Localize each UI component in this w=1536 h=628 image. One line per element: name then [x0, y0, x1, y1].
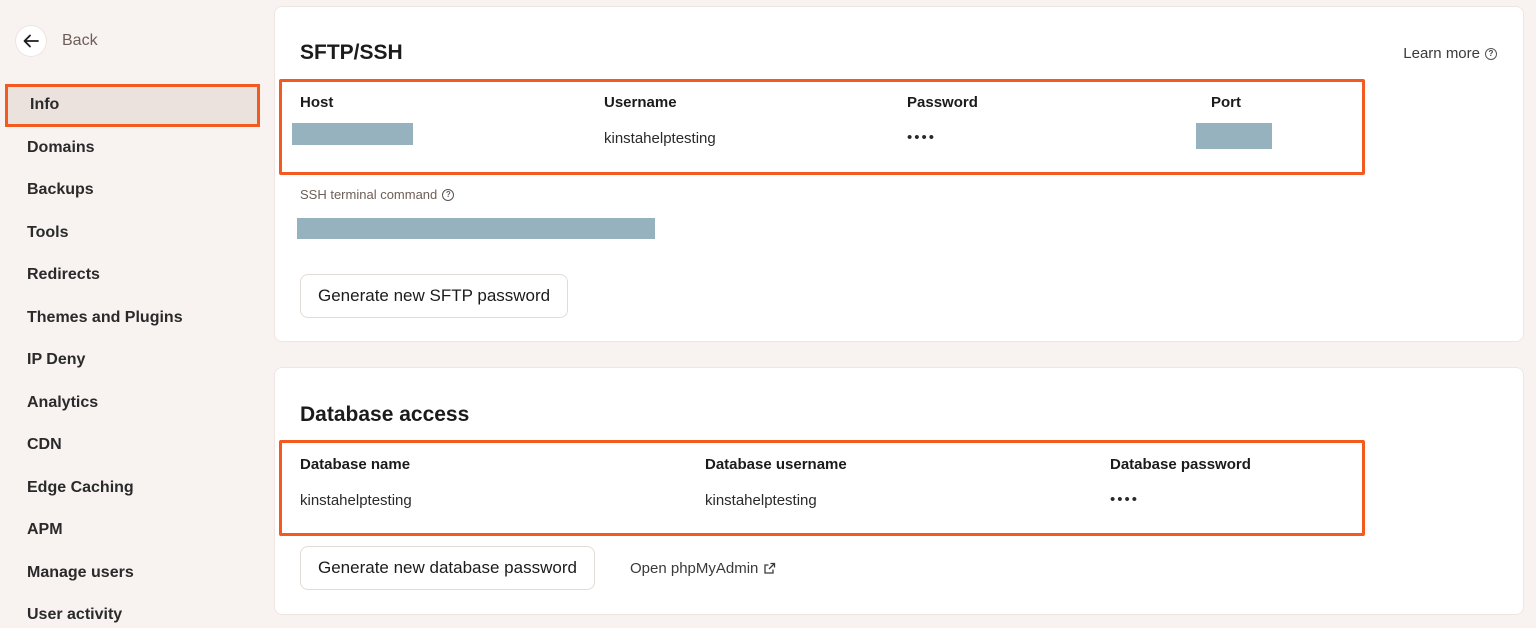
sidebar-nav: Info Domains Backups Tools Redirects The… [0, 84, 262, 628]
sidebar-item-apm[interactable]: APM [0, 509, 262, 552]
external-link-icon [763, 562, 776, 575]
back-label: Back [62, 32, 98, 49]
database-password-header: Database password [1110, 456, 1251, 473]
ssh-command-label-text: SSH terminal command [300, 187, 438, 202]
password-value[interactable]: •••• [907, 129, 936, 146]
host-header: Host [300, 94, 334, 111]
arrow-left-icon [16, 26, 46, 56]
help-icon: ? [1485, 47, 1497, 60]
host-value-redacted[interactable] [292, 123, 413, 145]
database-card: Database access Database name Database u… [274, 367, 1524, 615]
port-header: Port [1211, 94, 1241, 111]
username-header: Username [604, 94, 677, 111]
sidebar-item-analytics[interactable]: Analytics [0, 382, 262, 425]
database-username-header: Database username [705, 456, 847, 473]
open-phpmyadmin-link[interactable]: Open phpMyAdmin [630, 560, 776, 577]
database-name-header: Database name [300, 456, 411, 473]
ssh-command-value-redacted[interactable] [297, 218, 655, 239]
sidebar-item-cdn[interactable]: CDN [0, 424, 262, 467]
sidebar-item-manage-users[interactable]: Manage users [0, 552, 262, 595]
database-name-value[interactable]: kinstahelptesting [300, 492, 412, 509]
sidebar-item-themes-plugins[interactable]: Themes and Plugins [0, 297, 262, 340]
username-value[interactable]: kinstahelptesting [604, 130, 716, 147]
ssh-command-label: SSH terminal command ? [300, 187, 455, 202]
sftp-title: SFTP/SSH [300, 41, 403, 64]
sidebar-item-backups[interactable]: Backups [0, 169, 262, 212]
sftp-card: SFTP/SSH Learn more ? Host Username Pass… [274, 6, 1524, 342]
learn-more-label: Learn more [1403, 45, 1480, 62]
generate-database-password-button[interactable]: Generate new database password [300, 546, 595, 590]
database-password-value[interactable]: •••• [1110, 491, 1139, 508]
sidebar-item-edge-caching[interactable]: Edge Caching [0, 467, 262, 510]
sidebar-item-redirects[interactable]: Redirects [0, 254, 262, 297]
sidebar-item-domains[interactable]: Domains [0, 127, 262, 170]
sidebar-item-user-activity[interactable]: User activity [0, 594, 262, 628]
generate-sftp-password-button[interactable]: Generate new SFTP password [300, 274, 569, 318]
database-title: Database access [300, 403, 470, 426]
back-button[interactable]: Back [16, 26, 98, 56]
sidebar-item-ip-deny[interactable]: IP Deny [0, 339, 262, 382]
database-credentials-highlight [279, 440, 1365, 536]
help-icon: ? [442, 188, 455, 201]
sidebar-item-tools[interactable]: Tools [0, 212, 262, 255]
database-username-value[interactable]: kinstahelptesting [705, 492, 817, 509]
sidebar-item-info[interactable]: Info [5, 84, 260, 127]
password-header: Password [907, 94, 978, 111]
port-value-redacted[interactable] [1196, 123, 1272, 149]
open-phpmyadmin-label: Open phpMyAdmin [630, 560, 759, 577]
learn-more-link[interactable]: Learn more ? [1403, 45, 1497, 62]
sidebar: Back Info Domains Backups Tools Redirect… [0, 0, 262, 628]
